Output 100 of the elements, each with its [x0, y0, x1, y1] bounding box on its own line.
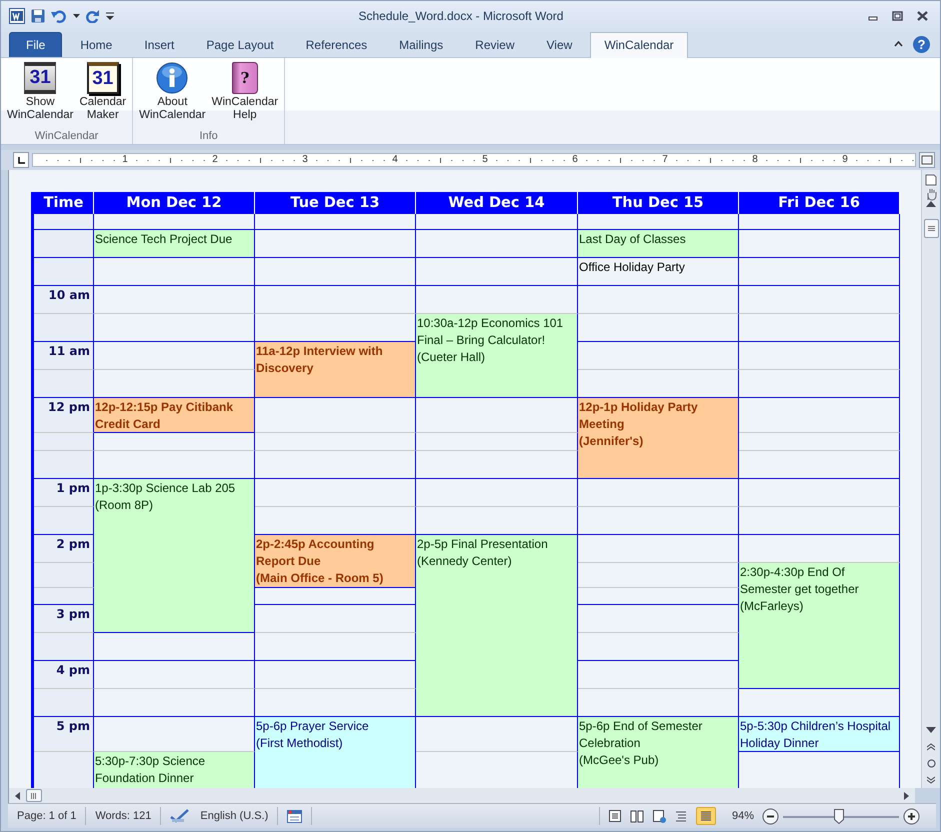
- word-count[interactable]: Words: 121: [86, 807, 162, 825]
- web-layout-icon[interactable]: [652, 809, 666, 823]
- ribbon-tab[interactable]: View: [532, 32, 586, 57]
- scroll-right-icon[interactable]: [904, 792, 909, 800]
- scroll-up-icon[interactable]: [926, 201, 936, 207]
- ribbon-tab[interactable]: Home: [66, 32, 126, 57]
- time-cell: [34, 563, 94, 588]
- word-icon: [9, 8, 25, 24]
- info-icon: [156, 62, 188, 94]
- ribbon-tab[interactable]: Insert: [130, 32, 188, 57]
- column-header: Fri Dec 16: [739, 192, 900, 214]
- ribbon-tab[interactable]: Page Layout: [192, 32, 288, 57]
- undo-icon[interactable]: [51, 9, 67, 23]
- page-count[interactable]: Page: 1 of 1: [8, 807, 86, 825]
- event-block[interactable]: 5p-6p Prayer Service (First Methodist): [255, 717, 416, 788]
- time-cell: [34, 214, 94, 230]
- ribbon-tab[interactable]: Review: [461, 32, 529, 57]
- ribbon-tab[interactable]: File: [9, 32, 62, 57]
- print-layout-icon[interactable]: [608, 809, 622, 823]
- event-block[interactable]: 10:30a-12p Economics 101 Final – Bring Calculator! (Cueter Hall): [416, 314, 578, 398]
- event-block[interactable]: 12p-12:15p Pay Citibank Credit Card: [94, 398, 255, 433]
- time-cell: [34, 689, 94, 717]
- time-cell: [34, 370, 94, 398]
- column-header: Mon Dec 12: [94, 192, 255, 214]
- scroll-down-icon[interactable]: [926, 727, 936, 733]
- ribbon-tab[interactable]: Mailings: [385, 32, 458, 57]
- ribbon-button[interactable]: About WinCalendar: [137, 60, 208, 130]
- ruler-number: 9: [842, 154, 848, 166]
- zoom-in-icon[interactable]: [903, 808, 920, 824]
- redo-icon[interactable]: [86, 9, 100, 23]
- event-text: (McGee's Pub): [579, 752, 660, 769]
- event-block[interactable]: 5:30p-7:30p Science Foundation Dinner: [94, 752, 255, 788]
- tab-stop-icon: [18, 156, 24, 164]
- time-cell: [34, 314, 94, 342]
- event-block[interactable]: 11a-12p Interview with Discovery: [255, 342, 416, 398]
- time-cell: 12 pm: [34, 398, 94, 433]
- scroll-thumb[interactable]: [26, 789, 42, 802]
- event-text: (Cueter Hall): [417, 349, 486, 366]
- event-text: 11a-12p Interview with Discovery: [256, 343, 384, 377]
- event-block[interactable]: 5p-6p End of Semester Celebration (McGee's Pub): [578, 717, 739, 788]
- zoom-out-icon[interactable]: [762, 808, 779, 824]
- event-block[interactable]: Last Day of Classes: [578, 230, 739, 258]
- view-ruler-icon[interactable]: [919, 152, 935, 168]
- event-block[interactable]: Office Holiday Party: [578, 258, 739, 286]
- event-block[interactable]: 2p-2:45p Accounting Report Due (Main Office - Room 5): [255, 535, 416, 588]
- event-text: 5p-6p End of Semester Celebration: [579, 718, 704, 752]
- event-text: Science Tech Project Due: [95, 231, 234, 248]
- event-block[interactable]: 12p-1p Holiday Party Meeting (Jennifer's): [578, 398, 739, 479]
- time-cell: [34, 433, 94, 451]
- draft-icon[interactable]: [698, 809, 713, 823]
- event-text: 5:30p-7:30p Science Foundation Dinner: [95, 753, 206, 787]
- time-cell: 5 pm: [34, 717, 94, 752]
- event-text: 2:30p-4:30p End Of Semester get together: [740, 564, 860, 598]
- outline-icon[interactable]: [674, 809, 688, 823]
- previous-page-icon[interactable]: [927, 743, 935, 751]
- browse-object-icon[interactable]: [926, 759, 936, 768]
- ruler-number: 5: [482, 154, 488, 166]
- grip-icon: [928, 226, 934, 232]
- ruler-number: 3: [302, 154, 308, 166]
- slider-thumb[interactable]: [834, 808, 844, 824]
- ribbon-button[interactable]: ? WinCalendar Help: [210, 60, 280, 130]
- event-block[interactable]: Science Tech Project Due: [94, 230, 255, 258]
- ruler-number: 1: [122, 154, 128, 166]
- event-block[interactable]: 1p-3:30p Science Lab 205 (Room 8P): [94, 479, 255, 633]
- scroll-left-icon[interactable]: [15, 792, 20, 800]
- save-icon[interactable]: [31, 9, 45, 23]
- vertical-scrollbar[interactable]: [921, 170, 940, 788]
- ribbon-tab[interactable]: References: [292, 32, 382, 57]
- event-text: (Main Office - Room 5): [256, 570, 384, 587]
- event-block[interactable]: 2p-5p Final Presentation (Kennedy Center): [416, 535, 578, 717]
- next-page-icon[interactable]: [927, 776, 935, 784]
- calendar-icon: 31: [24, 62, 56, 94]
- language-status[interactable]: English (U.S.): [200, 810, 268, 822]
- help-button[interactable]: ?: [913, 36, 930, 52]
- ruler-toggle-icon[interactable]: [924, 173, 938, 187]
- ruler-number: 6: [572, 154, 578, 166]
- event-text: (McFarleys): [740, 598, 804, 615]
- zoom-level[interactable]: 94%: [724, 810, 762, 822]
- maximize-icon[interactable]: [892, 11, 903, 21]
- ribbon-button[interactable]: 31 Show WinCalendar: [5, 60, 76, 130]
- ribbon-button[interactable]: 31 Calendar Maker: [77, 60, 128, 130]
- event-text: Office Holiday Party: [579, 259, 686, 276]
- tab-selector[interactable]: [13, 152, 29, 168]
- reading-view-icon[interactable]: [630, 809, 644, 823]
- close-icon[interactable]: [917, 11, 928, 21]
- proofing-icon[interactable]: [170, 809, 190, 823]
- macro-icon[interactable]: [287, 810, 302, 822]
- event-text: 5p-6p Prayer Service: [256, 718, 370, 735]
- ruler-number: 8: [752, 154, 758, 166]
- chevron-up-icon[interactable]: [894, 41, 903, 47]
- ribbon-tab[interactable]: WinCalendar: [590, 32, 688, 58]
- time-cell: [34, 258, 94, 286]
- event-text: 10:30a-12p Economics 101 Final – Bring Calculator!: [417, 315, 564, 349]
- event-block[interactable]: 2:30p-4:30p End Of Semester get together (McFarleys): [739, 563, 900, 689]
- event-text: Last Day of Classes: [579, 231, 687, 248]
- customize-icon[interactable]: [106, 12, 114, 20]
- time-cell: [34, 230, 94, 258]
- ruler-number: 2: [212, 154, 218, 166]
- scroll-thumb[interactable]: [924, 219, 938, 238]
- caret-icon[interactable]: [73, 14, 80, 18]
